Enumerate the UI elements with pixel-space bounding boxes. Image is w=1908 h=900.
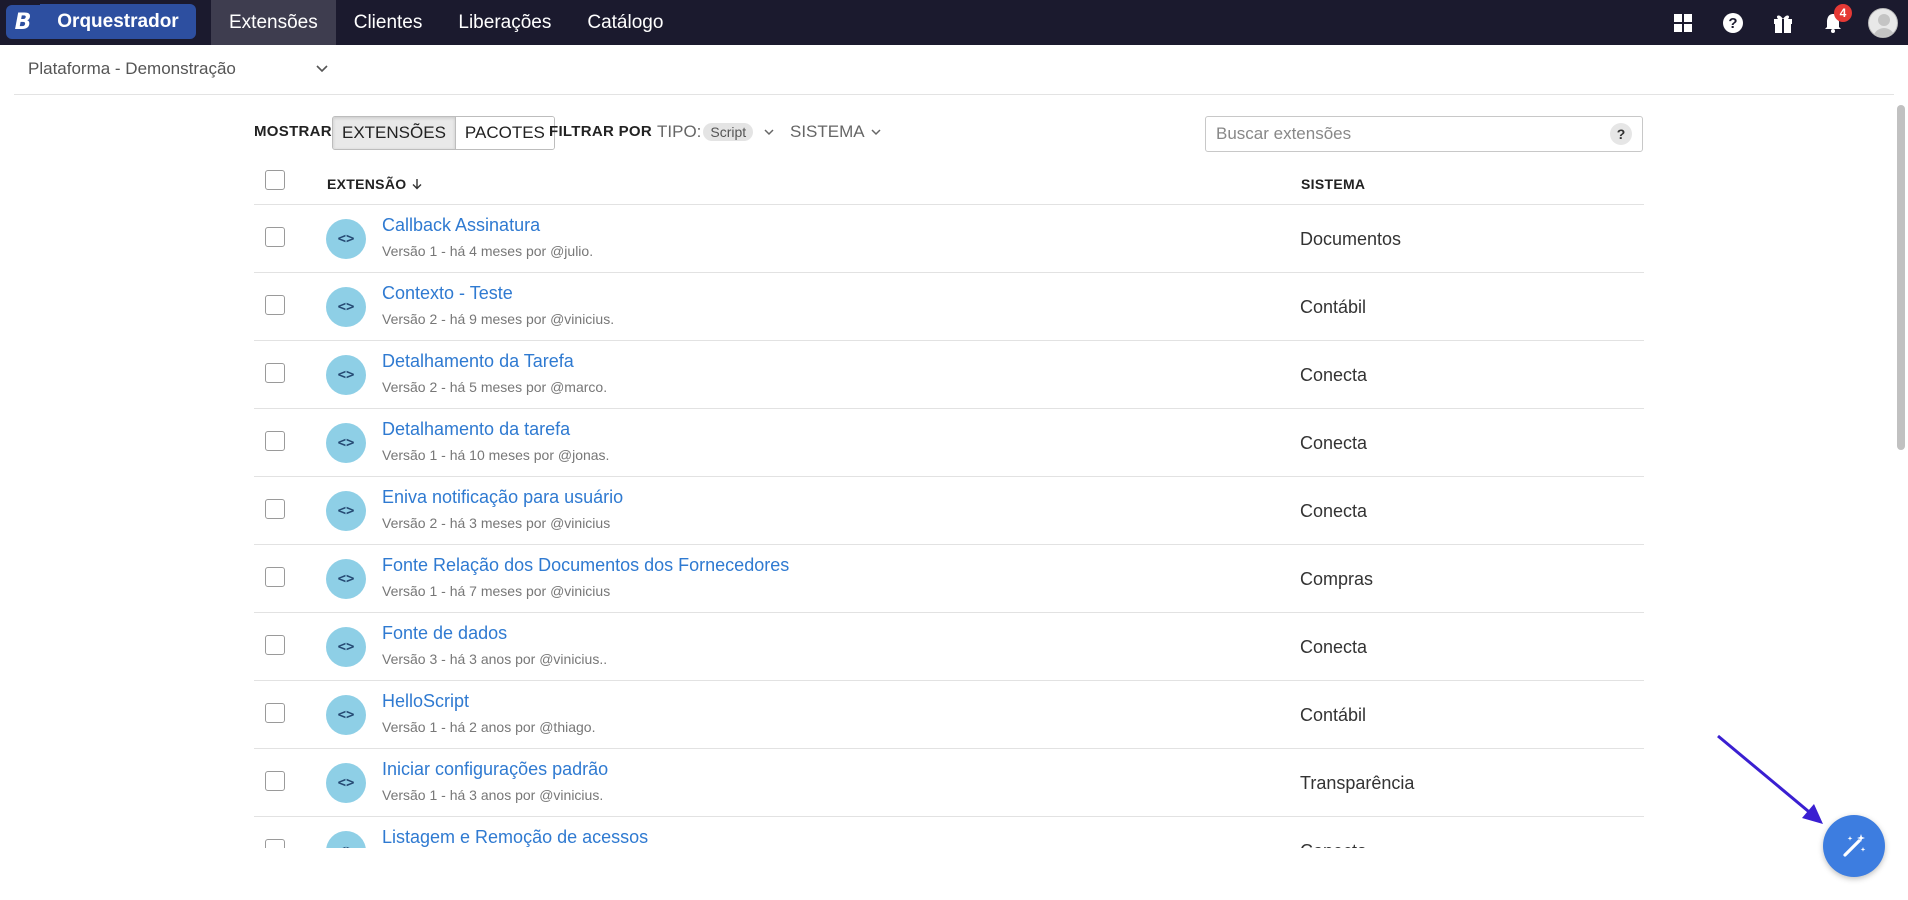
table-header: EXTENSÃO SISTEMA	[254, 162, 1644, 205]
row-checkbox[interactable]	[265, 839, 285, 848]
extension-system: Conecta	[1300, 433, 1368, 453]
column-header-extension[interactable]: EXTENSÃO	[327, 176, 423, 192]
row-checkbox[interactable]	[265, 567, 285, 587]
column-header-extension-label: EXTENSÃO	[327, 176, 407, 192]
code-icon: <>	[326, 559, 366, 599]
table-row[interactable]: <> Detalhamento da Tarefa Versão 2 - há 5 …	[254, 341, 1644, 409]
table-row[interactable]: <> Callback Assinatura Versão 1 - há 4 mes…	[254, 205, 1644, 273]
row-checkbox[interactable]	[265, 703, 285, 723]
extension-name-link[interactable]: Iniciar configurações padrão	[382, 759, 608, 780]
arrow-pointer	[1717, 734, 1823, 824]
code-icon: <>	[326, 695, 366, 735]
extensions-table: EXTENSÃO SISTEMA <> Callback Assinatura Ve…	[254, 162, 1644, 848]
magic-wand-button[interactable]	[1823, 815, 1885, 877]
extension-meta: Versão 1 - há 7 meses por @vinicius	[382, 583, 611, 599]
code-icon: <>	[326, 763, 366, 803]
extension-system: Documentos	[1300, 229, 1402, 249]
table-row[interactable]: <> Listagem e Remoção de acessos Conecta	[254, 817, 1644, 848]
table-row[interactable]: <> Contexto - Teste Versão 2 - há 9 meses …	[254, 273, 1644, 341]
extension-name-link[interactable]: Fonte de dados	[382, 623, 507, 644]
extension-system: Conecta	[1300, 365, 1368, 385]
row-checkbox[interactable]	[265, 499, 285, 519]
table-row[interactable]: <> HelloScript Versão 1 - há 2 anos por @t…	[254, 681, 1644, 749]
extension-system: Compras	[1300, 569, 1374, 589]
table-row[interactable]: <> Fonte de dados Versão 3 - há 3 anos por…	[254, 613, 1644, 681]
code-icon: <>	[326, 287, 366, 327]
table-row[interactable]: <> Eniva notificação para usuário Versão 2…	[254, 477, 1644, 545]
table-row[interactable]: <> Iniciar configurações padrão Versão 1 -…	[254, 749, 1644, 817]
table-row[interactable]: <> Fonte Relação dos Documentos dos Forne…	[254, 545, 1644, 613]
row-checkbox[interactable]	[265, 363, 285, 383]
code-icon: <>	[326, 423, 366, 463]
code-icon: <>	[326, 219, 366, 259]
extension-meta: Versão 2 - há 3 meses por @vinicius	[382, 515, 611, 531]
row-checkbox[interactable]	[265, 227, 285, 247]
code-icon: <>	[326, 491, 366, 531]
row-checkbox[interactable]	[265, 771, 285, 791]
table-row[interactable]: <> Detalhamento da tarefa Versão 1 - há 10…	[254, 409, 1644, 477]
extension-name-link[interactable]: Listagem e Remoção de acessos	[382, 827, 648, 848]
extension-name-link[interactable]: Fonte Relação dos Documentos dos Fornece…	[382, 555, 789, 576]
extension-system: Conecta	[1300, 501, 1368, 521]
sort-arrow-down-icon	[412, 179, 422, 190]
extension-meta: Versão 3 - há 3 anos por @vinicius..	[382, 651, 608, 667]
extension-name-link[interactable]: Contexto - Teste	[382, 283, 513, 304]
extension-meta: Versão 2 - há 9 meses por @vinicius.	[382, 311, 615, 327]
code-icon: <>	[326, 355, 366, 395]
magic-wand-icon	[1843, 834, 1866, 857]
table-viewport: EXTENSÃO SISTEMA <> Callback Assinatura Ve…	[0, 0, 1908, 848]
row-checkbox[interactable]	[265, 431, 285, 451]
extension-name-link[interactable]: Detalhamento da tarefa	[382, 419, 570, 440]
extension-meta: Versão 2 - há 5 meses por @marco.	[382, 379, 608, 395]
extension-meta: Versão 1 - há 4 meses por @julio.	[382, 243, 594, 259]
select-all-checkbox[interactable]	[265, 170, 285, 190]
extension-system: Conecta	[1300, 637, 1368, 657]
code-icon: <>	[326, 831, 366, 848]
row-checkbox[interactable]	[265, 295, 285, 315]
extension-name-link[interactable]: Detalhamento da Tarefa	[382, 351, 574, 372]
extension-system: Conecta	[1300, 841, 1367, 848]
extension-system: Transparência	[1300, 773, 1415, 793]
extension-system: Contábil	[1300, 705, 1367, 725]
extension-name-link[interactable]: HelloScript	[382, 691, 469, 712]
row-checkbox[interactable]	[265, 635, 285, 655]
extension-meta: Versão 1 - há 2 anos por @thiago.	[382, 719, 596, 735]
extension-name-link[interactable]: Eniva notificação para usuário	[382, 487, 623, 508]
code-icon: <>	[326, 627, 366, 667]
extension-system: Contábil	[1300, 297, 1367, 317]
extension-name-link[interactable]: Callback Assinatura	[382, 215, 540, 236]
column-header-system[interactable]: SISTEMA	[1301, 176, 1365, 192]
extension-meta: Versão 1 - há 3 anos por @vinicius.	[382, 787, 604, 803]
extension-meta: Versão 1 - há 10 meses por @jonas.	[382, 447, 610, 463]
